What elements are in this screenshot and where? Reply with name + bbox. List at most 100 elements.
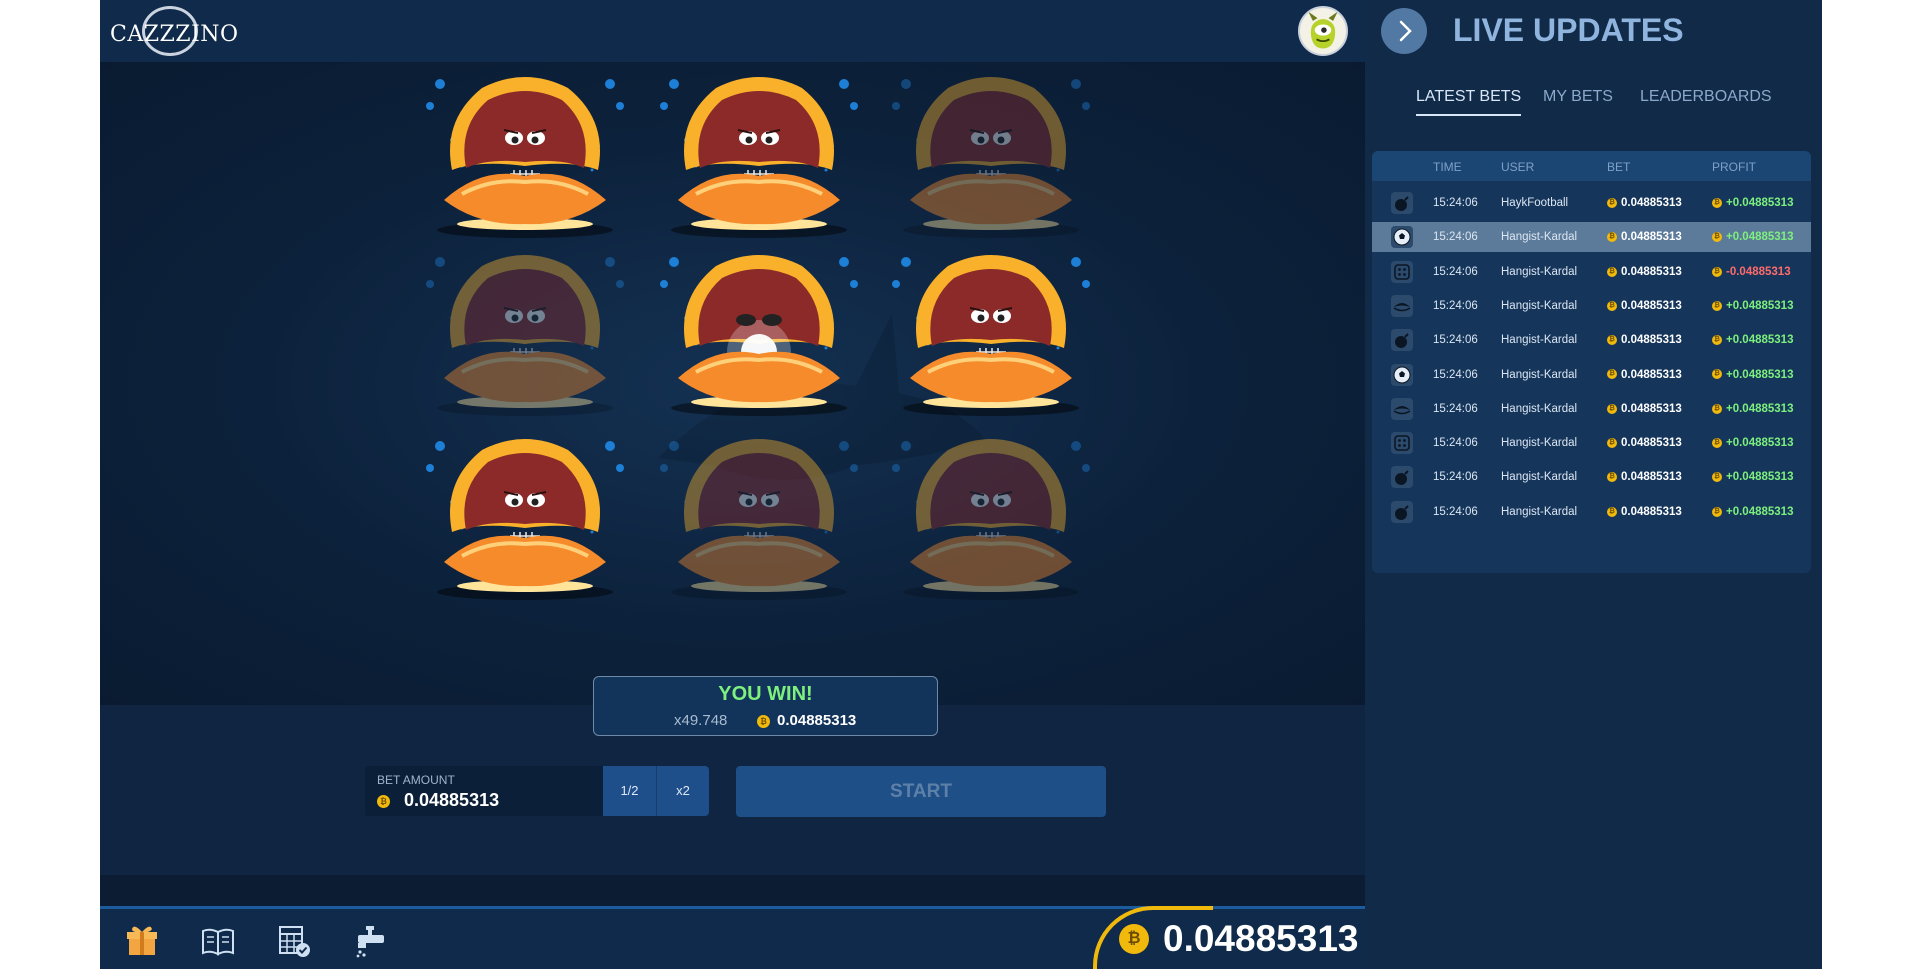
- bet-user[interactable]: Hangist-Kardal: [1501, 506, 1577, 518]
- clam-icon: [1391, 294, 1413, 317]
- bitcoin-coin-icon: ₿: [1712, 369, 1722, 380]
- bet-row[interactable]: 15:24:06 Hangist-Kardal ₿ 0.04885313 ₿ -0.048…: [1372, 257, 1811, 287]
- app-root: CAZZZINO YOU WIN! x49.748 ₿ 0.04885313 B…: [100, 0, 1822, 969]
- bitcoin-coin-icon: ₿: [1712, 472, 1722, 483]
- bet-row[interactable]: 15:24:06 Hangist-Kardal ₿ 0.04885313 ₿ +0.048…: [1372, 428, 1811, 458]
- double-bet-button[interactable]: x2: [657, 766, 709, 816]
- bitcoin-coin-icon: ₿: [1712, 266, 1722, 277]
- bet-user[interactable]: Hangist-Kardal: [1501, 334, 1577, 346]
- column-time: TIME: [1433, 160, 1462, 174]
- bitcoin-coin-icon: ₿: [1712, 403, 1722, 414]
- gift-icon[interactable]: [124, 923, 160, 959]
- bet-row[interactable]: 15:24:06 Hangist-Kardal ₿ 0.04885313 ₿ +0.048…: [1372, 222, 1811, 253]
- sad-clam-icon: [660, 439, 858, 600]
- bet-amount-value: 0.04885313: [1621, 334, 1682, 347]
- bitcoin-coin-icon: ₿: [1712, 335, 1722, 346]
- start-button[interactable]: START: [736, 766, 1106, 817]
- clam-tile[interactable]: [422, 432, 628, 608]
- bet-row[interactable]: 15:24:06 HaykFootball ₿ 0.04885313 ₿ +0.04885…: [1372, 188, 1811, 218]
- game-panel: CAZZZINO YOU WIN! x49.748 ₿ 0.04885313 B…: [100, 0, 1365, 969]
- bet-row[interactable]: 15:24:06 Hangist-Kardal ₿ 0.04885313 ₿ +0.048…: [1372, 360, 1811, 390]
- bet-profit: ₿ +0.04885313: [1712, 506, 1793, 518]
- bet-time: 15:24:06: [1433, 505, 1478, 518]
- bet-user[interactable]: Hangist-Kardal: [1501, 471, 1577, 483]
- clam-tile[interactable]: [888, 248, 1094, 424]
- faucet-icon[interactable]: [352, 923, 388, 959]
- bet-profit-value: +0.04885313: [1726, 334, 1794, 347]
- clam-tile[interactable]: [888, 432, 1094, 608]
- bet-amount-value: 0.04885313: [1621, 231, 1682, 244]
- bitcoin-coin-icon: ₿: [1607, 197, 1617, 208]
- bet-profit: ₿ +0.04885313: [1712, 197, 1793, 209]
- bet-profit-value: -0.04885313: [1726, 265, 1791, 278]
- clam-grid: [422, 70, 1090, 630]
- soccer-ball-icon: [1391, 363, 1413, 386]
- user-avatar[interactable]: [1298, 6, 1348, 56]
- bet-amount-field[interactable]: BET AMOUNT ₿ 0.04885313: [365, 766, 603, 816]
- sad-clam-icon: [892, 77, 1090, 238]
- clam-tile[interactable]: [656, 70, 862, 246]
- bet-profit-value: +0.04885313: [1726, 505, 1794, 518]
- bet-time: 15:24:06: [1433, 231, 1478, 244]
- bet-profit: ₿ +0.04885313: [1712, 334, 1793, 346]
- sad-clam-icon: [426, 439, 624, 600]
- chevron-right-icon: [1399, 20, 1412, 42]
- bitcoin-coin-icon: ₿: [757, 714, 770, 728]
- clam-tile[interactable]: [422, 248, 628, 424]
- book-icon[interactable]: [200, 923, 236, 959]
- bet-user[interactable]: Hangist-Kardal: [1501, 403, 1577, 415]
- bitcoin-coin-icon: ₿: [1607, 472, 1617, 483]
- bitcoin-coin-icon: ₿: [1119, 924, 1149, 954]
- win-multiplier: x49.748: [674, 712, 728, 729]
- bet-row[interactable]: 15:24:06 Hangist-Kardal ₿ 0.04885313 ₿ +0.048…: [1372, 497, 1811, 527]
- bitcoin-coin-icon: ₿: [1607, 300, 1617, 311]
- clam-tile[interactable]: [888, 70, 1094, 246]
- game-header: CAZZZINO: [100, 0, 1365, 62]
- bet-amount: ₿ 0.04885313: [1607, 197, 1682, 209]
- bet-amount-value: 0.04885313: [1621, 265, 1682, 278]
- bomb-icon: [1391, 466, 1413, 489]
- bet-user[interactable]: Hangist-Kardal: [1501, 437, 1577, 449]
- bet-amount-value: 0.04885313: [1621, 505, 1682, 518]
- bet-user[interactable]: Hangist-Kardal: [1501, 266, 1577, 278]
- bet-profit-value: +0.04885313: [1726, 197, 1794, 209]
- balance-display: ₿ 0.04885313: [1093, 906, 1365, 969]
- bet-profit: ₿ -0.04885313: [1712, 266, 1791, 278]
- dice-icon: [1391, 260, 1413, 283]
- bet-user[interactable]: Hangist-Kardal: [1501, 231, 1577, 243]
- bet-time: 15:24:06: [1433, 368, 1478, 381]
- brand-logo[interactable]: CAZZZINO: [108, 4, 238, 60]
- bet-amount: ₿ 0.04885313: [1607, 506, 1682, 518]
- bitcoin-coin-icon: ₿: [1607, 403, 1617, 414]
- tab-my-bets[interactable]: MY BETS: [1543, 88, 1613, 106]
- bet-time: 15:24:06: [1433, 197, 1478, 209]
- bets-table: TIME USER BET PROFIT 15:24:06 HaykFootbal…: [1372, 151, 1811, 573]
- bet-user[interactable]: Hangist-Kardal: [1501, 369, 1577, 381]
- tab-leaderboards[interactable]: LEADERBOARDS: [1640, 88, 1772, 106]
- bet-row[interactable]: 15:24:06 Hangist-Kardal ₿ 0.04885313 ₿ +0.048…: [1372, 291, 1811, 321]
- pearl-clam-icon: [660, 255, 858, 416]
- bet-row[interactable]: 15:24:06 Hangist-Kardal ₿ 0.04885313 ₿ +0.048…: [1372, 394, 1811, 424]
- tab-latest-bets[interactable]: LATEST BETS: [1416, 88, 1522, 116]
- bet-amount: ₿ 0.04885313: [1607, 300, 1682, 312]
- bet-time: 15:24:06: [1433, 265, 1478, 278]
- sad-clam-icon: [426, 255, 624, 416]
- bitcoin-coin-icon: ₿: [1607, 438, 1617, 449]
- win-result-box: YOU WIN! x49.748 ₿ 0.04885313: [593, 676, 938, 736]
- bet-profit: ₿ +0.04885313: [1712, 231, 1793, 243]
- bet-profit-value: +0.04885313: [1726, 437, 1794, 450]
- bet-profit: ₿ +0.04885313: [1712, 437, 1793, 449]
- collapse-sidebar-button[interactable]: [1381, 8, 1427, 54]
- bet-profit-value: +0.04885313: [1726, 299, 1794, 312]
- bet-amount-input[interactable]: ₿ 0.04885313: [377, 790, 499, 811]
- bet-user[interactable]: Hangist-Kardal: [1501, 300, 1577, 312]
- half-bet-button[interactable]: 1/2: [603, 766, 657, 816]
- bet-row[interactable]: 15:24:06 Hangist-Kardal ₿ 0.04885313 ₿ +0.048…: [1372, 462, 1811, 492]
- clam-tile[interactable]: [656, 432, 862, 608]
- bet-row[interactable]: 15:24:06 Hangist-Kardal ₿ 0.04885313 ₿ +0.048…: [1372, 325, 1811, 355]
- bet-user[interactable]: HaykFootball: [1501, 197, 1568, 209]
- clam-tile[interactable]: [422, 70, 628, 246]
- live-updates-sidebar: LIVE UPDATES LATEST BETS MY BETS LEADERB…: [1365, 0, 1822, 969]
- calculator-check-icon[interactable]: [276, 923, 312, 959]
- clam-tile-pearl[interactable]: [656, 248, 862, 424]
